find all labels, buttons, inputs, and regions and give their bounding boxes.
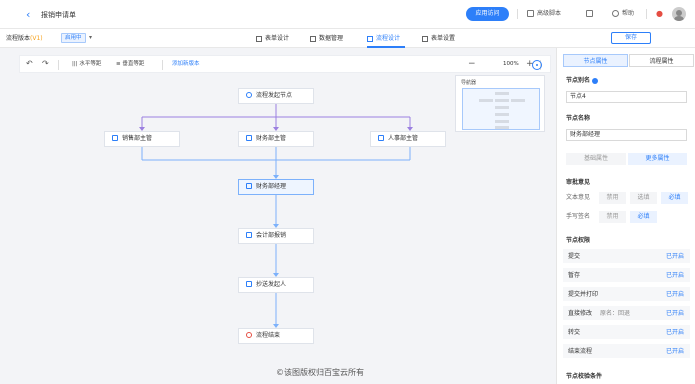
node-label: 销售部主管 — [122, 135, 153, 142]
help-label: 帮助 — [622, 10, 635, 17]
permission-note: 原名：回退 — [600, 310, 631, 317]
permission-status[interactable]: 已开启 — [666, 309, 684, 318]
flow-node-cashier[interactable]: 会计部报销 — [238, 228, 314, 244]
mini-map-preview — [479, 92, 525, 129]
handle-icon — [246, 231, 252, 238]
approve-icon — [378, 134, 384, 141]
permission-row[interactable]: 结束流程 已开启 — [563, 344, 690, 359]
approve-icon — [246, 182, 252, 189]
bell-icon[interactable]: ● — [656, 9, 663, 19]
flow-node-hr[interactable]: 人事部主管 — [370, 131, 446, 147]
permission-name: 提交并打印 — [568, 291, 599, 298]
template-icon — [586, 10, 593, 17]
permission-row[interactable]: 提交 已开启 — [563, 249, 690, 264]
flow-node-sales[interactable]: 销售部主管 — [104, 131, 180, 147]
permission-status[interactable]: 已开启 — [666, 347, 684, 356]
flow-node-cc[interactable]: 抄送发起人 — [238, 277, 314, 293]
permission-row[interactable]: 转交 已开启 — [563, 325, 690, 340]
opinion-section-label: 审批意见 — [566, 179, 591, 186]
save-button[interactable]: 保存 — [611, 32, 651, 44]
permission-status[interactable]: 已开启 — [666, 290, 684, 299]
permission-status[interactable]: 已开启 — [666, 252, 684, 261]
approve-icon — [112, 134, 118, 141]
node-label: 流程结束 — [256, 332, 281, 339]
handwriting-disable[interactable]: 禁用 — [599, 211, 626, 223]
node-label: 会计部报销 — [256, 232, 287, 239]
permission-row[interactable]: 暂存 已开启 — [563, 268, 690, 283]
branch-lines — [141, 104, 411, 129]
permissions-section-label: 节点权限 — [566, 237, 591, 244]
node-label: 抄送发起人 — [256, 281, 287, 288]
send-icon — [246, 280, 252, 287]
text-opinion-optional[interactable]: 选填 — [630, 192, 657, 204]
watermark: ©该图版权归百宝云所有 — [276, 368, 364, 377]
template-button[interactable] — [586, 9, 596, 19]
handwriting-required[interactable]: 必填 — [630, 211, 657, 223]
text-opinion-required[interactable]: 必填 — [661, 192, 688, 204]
basic-properties-button[interactable]: 基础属性 — [566, 153, 626, 165]
permission-name: 暂存 — [568, 272, 581, 279]
panel-tabs: 节点属性 流程属性 — [563, 54, 694, 67]
permission-row[interactable]: 提交并打印 已开启 — [563, 287, 690, 302]
help-icon[interactable] — [592, 77, 599, 84]
text-opinion-label: 文本意见 — [566, 194, 591, 201]
node-alias-field[interactable]: 节点4 — [566, 91, 687, 103]
node-label: 财务部经理 — [256, 183, 287, 190]
permission-name: 提交 — [568, 253, 581, 260]
mini-map-title: 导航器 — [461, 80, 477, 86]
help-button[interactable]: 帮助 — [612, 9, 634, 19]
node-label: 财务部主管 — [256, 135, 287, 142]
node-name-label: 节点名称 — [566, 115, 591, 122]
help-circle-icon — [612, 10, 619, 17]
divider — [646, 9, 647, 19]
node-name-field[interactable]: 财务部经理 — [566, 129, 687, 141]
validation-section-label: 节点校验条件 — [566, 373, 603, 380]
avatar[interactable] — [672, 7, 686, 21]
node-label: 人事部主管 — [388, 135, 419, 142]
flow-node-finance[interactable]: 财务部主管 — [238, 131, 314, 147]
flow-node-end[interactable]: 流程结束 — [238, 328, 314, 344]
permission-name: 直接修改 — [568, 310, 593, 317]
mini-map[interactable]: 导航器 — [455, 75, 545, 132]
tab-flow-properties[interactable]: 流程属性 — [629, 54, 694, 67]
more-properties-button[interactable]: 更多属性 — [628, 153, 687, 165]
permission-row[interactable]: 直接修改 原名：回退 已开启 — [563, 306, 690, 321]
permission-status[interactable]: 已开启 — [666, 328, 684, 337]
start-icon — [246, 91, 252, 98]
handwriting-label: 手写签名 — [566, 213, 591, 220]
permission-status[interactable]: 已开启 — [666, 271, 684, 280]
node-alias-label: 节点别名 — [566, 76, 599, 85]
flow-node-start[interactable]: 流程发起节点 — [238, 88, 314, 104]
tab-node-properties[interactable]: 节点属性 — [563, 54, 628, 67]
permission-name: 转交 — [568, 329, 581, 336]
permission-name: 结束流程 — [568, 348, 593, 355]
node-label: 流程发起节点 — [256, 92, 293, 99]
end-icon — [246, 331, 252, 338]
node-alias-text: 节点别名 — [566, 77, 591, 84]
approve-icon — [246, 134, 252, 141]
mini-map-viewport[interactable] — [462, 88, 540, 130]
text-opinion-disable[interactable]: 禁用 — [599, 192, 626, 204]
flow-node-finance-manager[interactable]: 财务部经理 — [238, 179, 314, 195]
